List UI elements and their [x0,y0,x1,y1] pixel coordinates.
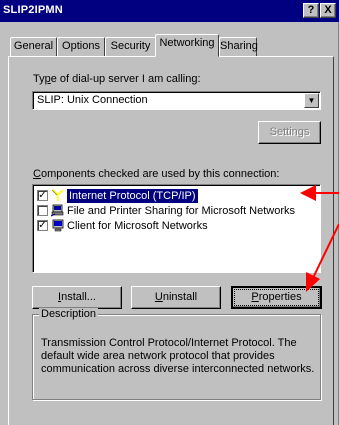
description-title: Description [39,308,99,320]
uninstall-label: ninstall [162,291,198,303]
checkbox-tcpip[interactable]: ✓ [37,190,48,201]
components-label-suffix: omponents checked are used by this conne… [40,168,280,180]
properties-label: roperties [258,291,302,303]
properties-button[interactable]: Properties [231,286,322,309]
network-client-icon [52,219,64,232]
list-item-label: Internet Protocol (TCP/IP) [67,189,198,203]
components-label: Components checked are used by this conn… [33,168,279,180]
description-text: Transmission Control Protocol/Internet P… [41,337,315,375]
printer-sharing-icon [51,204,64,217]
uninstall-button[interactable]: Uninstall [131,286,221,309]
server-type-value: SLIP: Unix Connection [37,94,148,106]
list-item-label: File and Printer Sharing for Microsoft N… [67,205,296,217]
settings-button-label: Settings [269,126,310,138]
list-item-client-ms-networks[interactable]: ✓ Client for Microsoft Networks [35,219,318,233]
dialog-window: SLIP2IPMN ? X General Options Security N… [0,0,339,425]
description-groupbox: Description Transmission Control Protoco… [32,308,321,400]
install-button[interactable]: Install... [32,286,122,309]
properties-accesskey: P [251,291,259,303]
components-list[interactable]: ✓ Internet Protocol (TCP/IP) File and Pr… [32,184,321,273]
checkbox-file-printer-sharing[interactable] [37,205,48,216]
server-type-label-suffix: e of dial-up server I am calling: [50,73,201,85]
network-protocol-icon [51,189,64,201]
settings-button[interactable]: Settings [258,121,321,144]
server-type-dropdown[interactable]: SLIP: Unix Connection ▼ [32,91,321,110]
server-type-label-prefix: Ty [33,73,45,85]
list-item-tcpip[interactable]: ✓ Internet Protocol (TCP/IP) [35,189,318,203]
checkbox-client-ms-networks[interactable]: ✓ [37,220,48,231]
install-label: nstall... [61,291,96,303]
list-item-file-printer-sharing[interactable]: File and Printer Sharing for Microsoft N… [35,204,318,218]
list-item-label: Client for Microsoft Networks [67,220,208,232]
server-type-label: Type of dial-up server I am calling: [33,73,201,85]
panel-content: Type of dial-up server I am calling: SLI… [0,0,339,425]
components-label-accesskey: C [33,168,41,180]
uninstall-accesskey: U [154,291,163,303]
dropdown-arrow-icon[interactable]: ▼ [304,93,319,108]
